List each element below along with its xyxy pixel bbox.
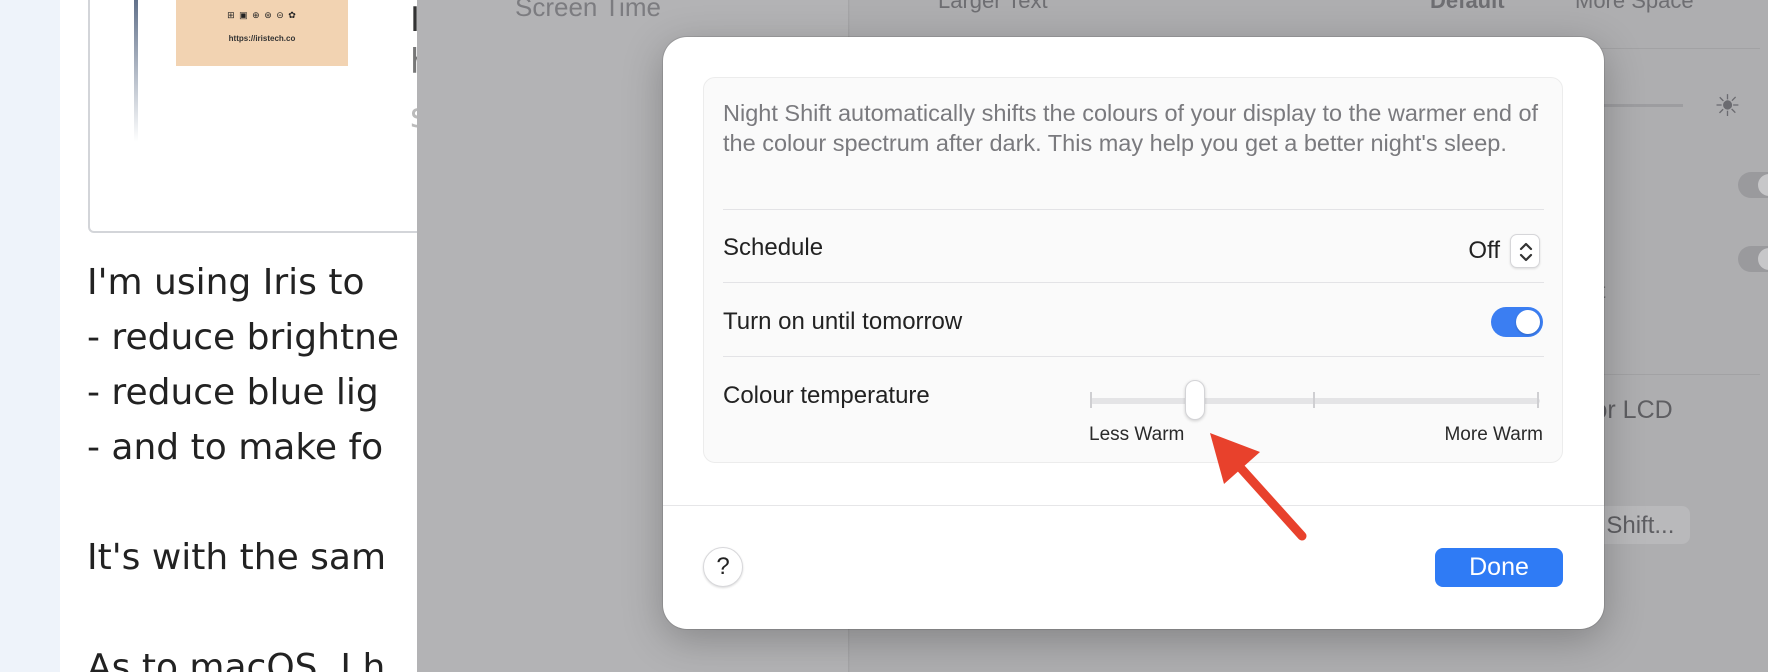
footer-divider [663,505,1604,506]
thumbnail-url: https://iristech.co [228,34,296,43]
schedule-value[interactable]: Off [1468,237,1500,265]
night-shift-dialog: Night Shift automatically shifts the col… [663,37,1604,629]
help-button[interactable]: ? [703,547,743,587]
colour-temperature-label: Colour temperature [723,382,930,409]
turn-on-until-tomorrow-toggle[interactable] [1491,307,1543,337]
row-divider [723,209,1544,210]
done-button[interactable]: Done [1435,548,1563,587]
card-accent-bar [134,0,138,142]
night-shift-settings-group: Night Shift automatically shifts the col… [703,77,1563,463]
turn-on-until-tomorrow-label: Turn on until tomorrow [723,308,963,335]
sun-icon: ☀ [1714,90,1741,123]
toggle-knob [1516,310,1540,334]
slider-tick [1313,392,1315,408]
article-line: - and to make fo [87,427,384,468]
row-divider [723,282,1544,283]
larger-text-value: Default [1430,0,1505,13]
larger-text-label: Larger Text [938,0,1048,13]
link-preview-card[interactable]: ⊞ ▣ ⊕ ⊛ ⊝ ✿ https://iristech.co Iri he s… [88,0,430,233]
background-web-page: ⊞ ▣ ⊕ ⊛ ⊝ ✿ https://iristech.co Iri he s… [0,0,430,672]
chevron-up-down-icon [1519,242,1533,262]
night-shift-description: Night Shift automatically shifts the col… [723,100,1539,156]
article-line: It's with the sam [87,537,387,578]
sidebar-item-screen-time[interactable]: Screen Time [515,0,661,23]
article-line: I'm using Iris to [87,262,365,303]
card-thumbnail: ⊞ ▣ ⊕ ⊛ ⊝ ✿ https://iristech.co [176,0,348,66]
thumbnail-platform-icons: ⊞ ▣ ⊕ ⊛ ⊝ ✿ [227,10,297,20]
slider-tick [1090,392,1092,408]
article-line: As to macOS, I h [87,647,386,672]
more-space-label: More Space [1575,0,1694,13]
schedule-popup-button[interactable] [1510,234,1540,268]
article-content: ⊞ ▣ ⊕ ⊛ ⊝ ✿ https://iristech.co Iri he s… [60,0,430,672]
row-divider [723,356,1544,357]
slider-tick [1537,392,1539,408]
article-line: - reduce blue lig [87,372,379,413]
settings-toggle[interactable] [1738,246,1768,272]
more-warm-label: More Warm [1444,424,1543,445]
colour-temperature-slider[interactable] [1090,380,1540,420]
article-line: - reduce brightne [87,317,400,358]
less-warm-label: Less Warm [1089,424,1185,445]
schedule-label: Schedule [723,234,824,261]
settings-toggle[interactable] [1738,172,1768,198]
slider-thumb[interactable] [1185,380,1205,420]
slider-track [1090,398,1540,404]
